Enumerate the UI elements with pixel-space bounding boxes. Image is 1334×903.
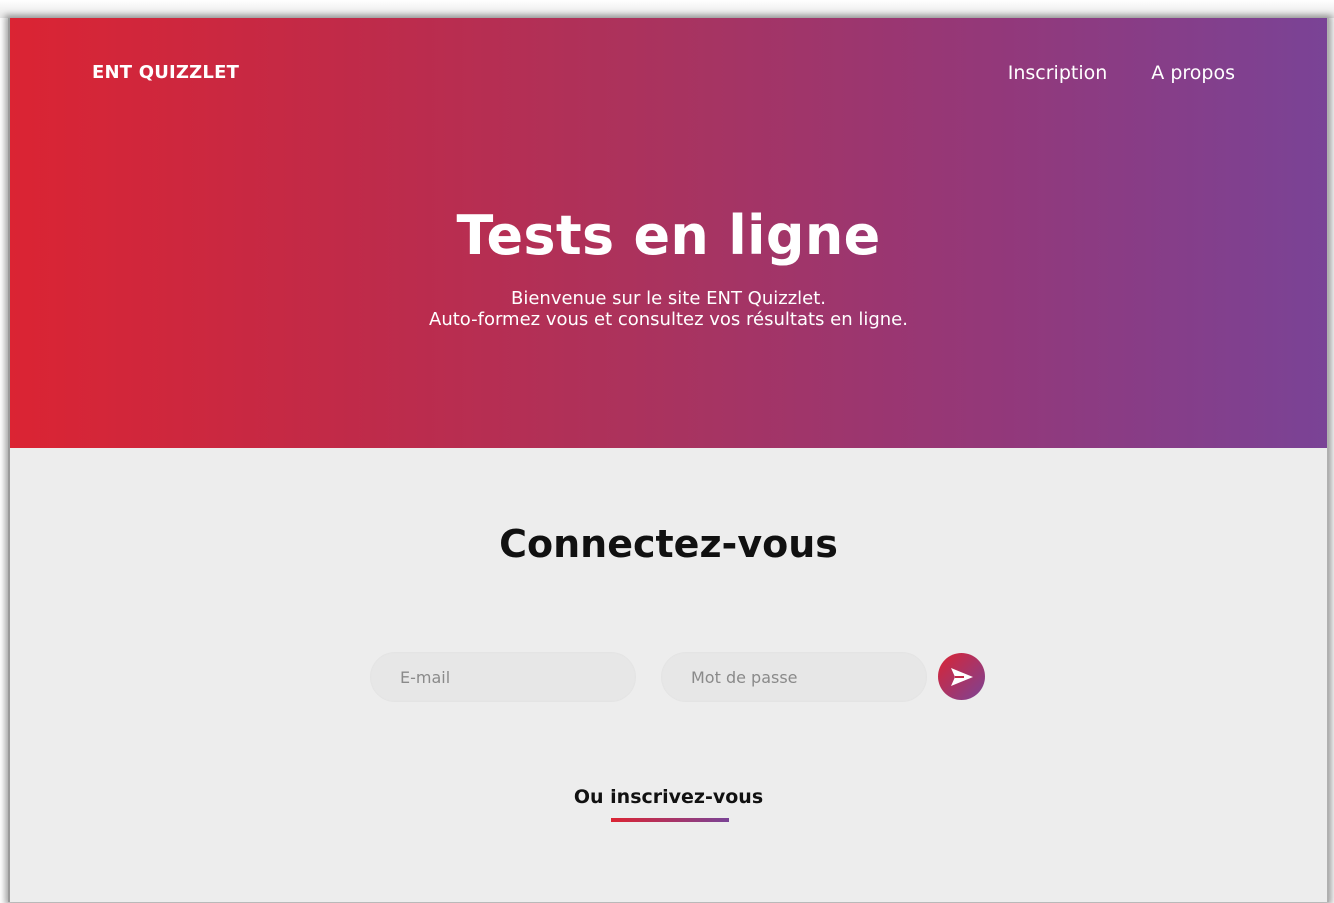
top-nav: Inscription A propos [1008, 62, 1235, 84]
nav-link-a-propos[interactable]: A propos [1151, 62, 1235, 84]
login-title: Connectez-vous [499, 522, 838, 566]
hero-subtitle-line-1: Bienvenue sur le site ENT Quizzlet. [511, 288, 826, 309]
login-submit-button[interactable] [938, 653, 985, 700]
email-field[interactable] [370, 652, 636, 702]
signup-underline [611, 818, 729, 822]
brand-logo[interactable]: ENT QUIZZLET [92, 62, 239, 83]
send-icon [949, 666, 975, 688]
signup-link[interactable]: Ou inscrivez-vous [10, 786, 1327, 808]
hero-subtitle-line-2: Auto-formez vous et consultez vos résult… [429, 309, 908, 330]
page-frame: ENT QUIZZLET Inscription A propos Tests … [8, 18, 1329, 902]
hero-banner: ENT QUIZZLET Inscription A propos Tests … [10, 18, 1327, 448]
nav-link-inscription[interactable]: Inscription [1008, 62, 1108, 84]
hero-title: Tests en ligne [456, 204, 881, 267]
window-top-strip [0, 0, 1334, 18]
hero-subtitle: Bienvenue sur le site ENT Quizzlet. Auto… [10, 288, 1327, 330]
password-field[interactable] [661, 652, 927, 702]
